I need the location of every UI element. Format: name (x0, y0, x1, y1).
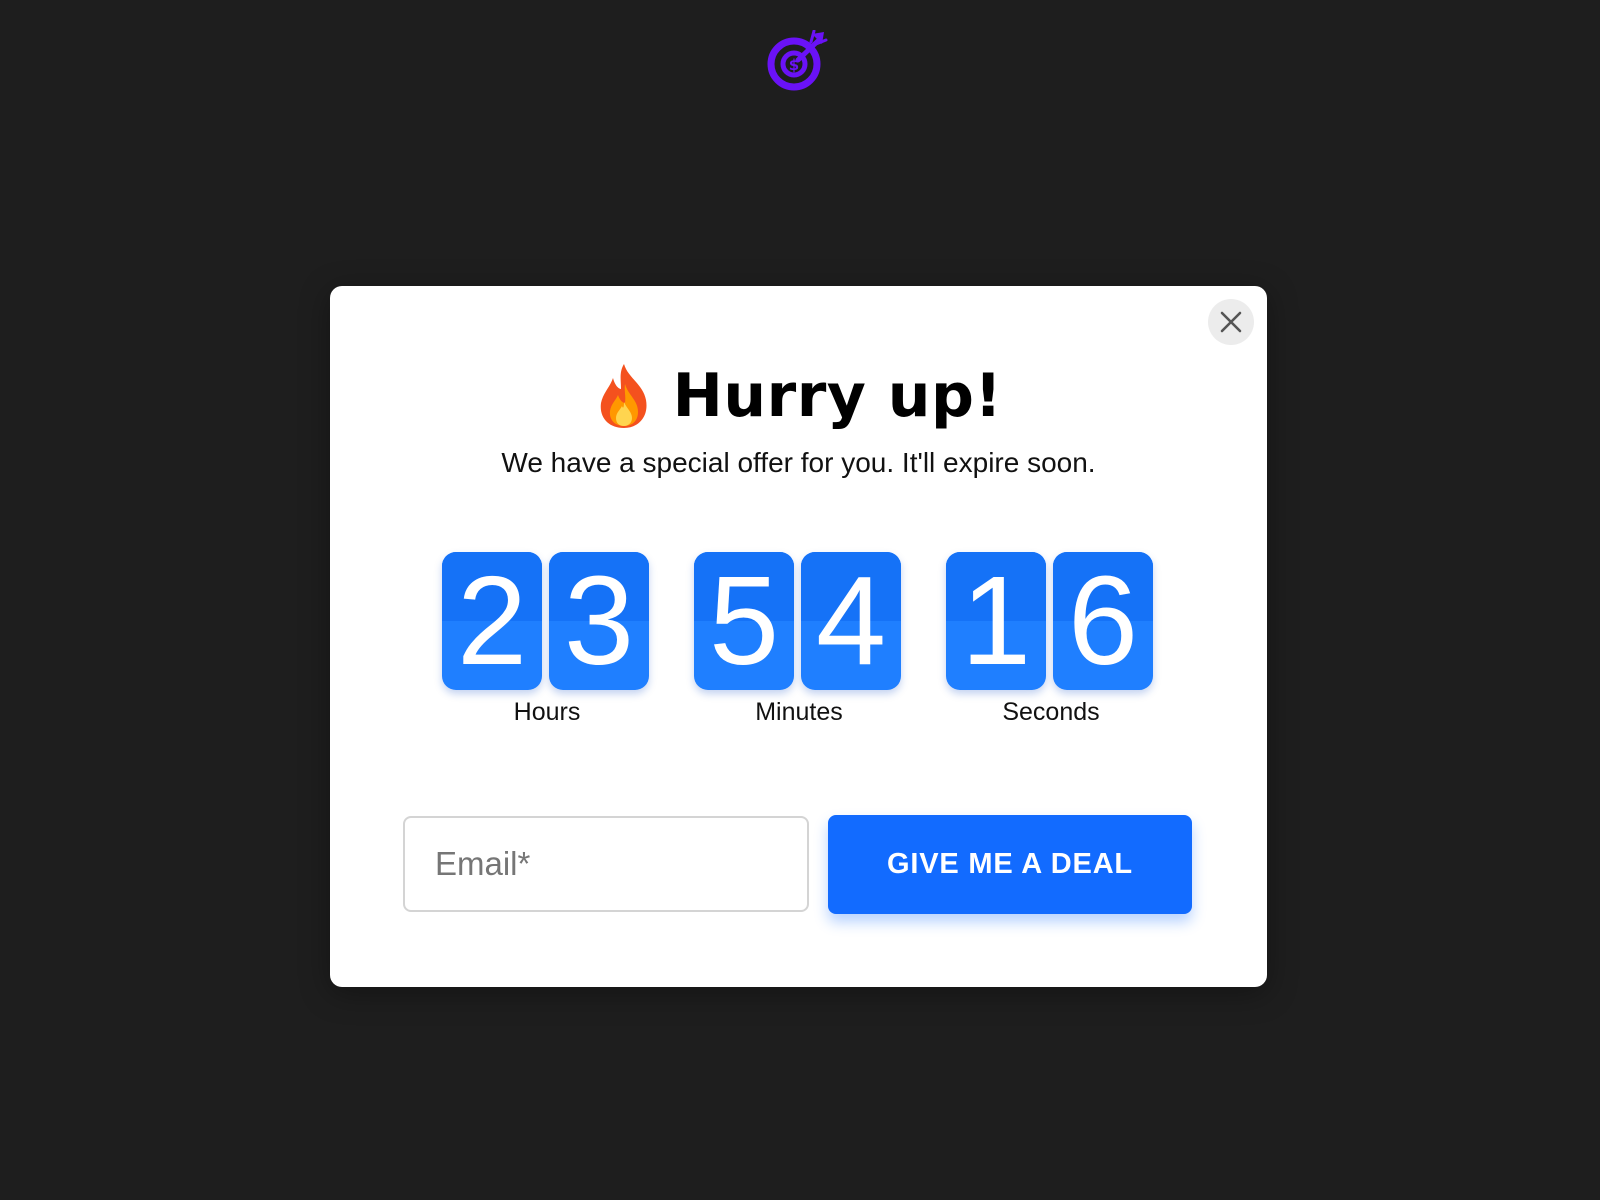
countdown-minutes: 5 4 Minutes (694, 552, 904, 732)
minutes-label: Minutes (755, 698, 843, 726)
countdown-timer: 2 3 Hours 5 4 Minutes 1 6 Seconds (330, 552, 1267, 732)
seconds-digit-1: 1 (946, 552, 1046, 690)
countdown-seconds: 1 6 Seconds (946, 552, 1156, 732)
popup-headline: Hurry up! (330, 358, 1267, 434)
hours-label: Hours (513, 698, 581, 726)
email-field[interactable] (403, 816, 809, 912)
countdown-popup: Hurry up! We have a special offer for yo… (330, 286, 1267, 987)
seconds-digit-2: 6 (1053, 552, 1153, 690)
hours-digit-1: 2 (442, 552, 542, 690)
popup-subtitle: We have a special offer for you. It'll e… (501, 447, 1096, 478)
countdown-hours: 2 3 Hours (442, 552, 652, 732)
minutes-digit-1: 5 (694, 552, 794, 690)
minutes-digits: 5 4 (694, 552, 904, 690)
seconds-digits: 1 6 (946, 552, 1156, 690)
seconds-label: Seconds (1002, 698, 1100, 726)
fire-icon (600, 364, 647, 428)
hours-digits: 2 3 (442, 552, 652, 690)
close-icon (1220, 311, 1242, 333)
popup-title: Hurry up! (672, 361, 1003, 431)
give-me-a-deal-button[interactable]: GIVE ME A DEAL (828, 815, 1192, 914)
close-button[interactable] (1208, 299, 1254, 345)
minutes-digit-2: 4 (801, 552, 901, 690)
hours-digit-2: 3 (549, 552, 649, 690)
target-dollar-icon: $ (764, 30, 830, 92)
